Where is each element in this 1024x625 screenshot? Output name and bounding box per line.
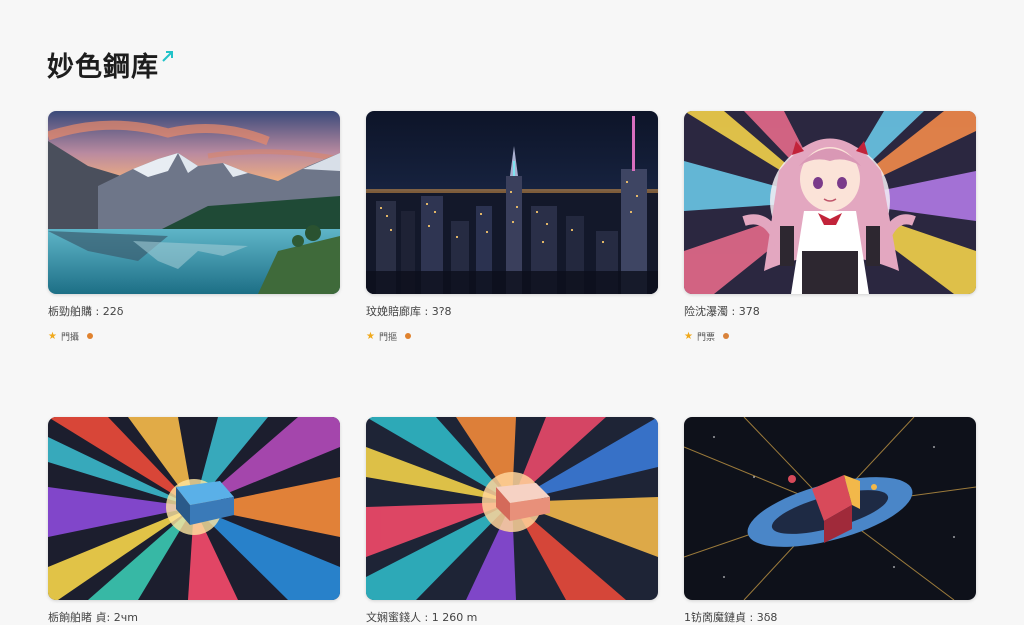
card-caption: 文娴蜜錢人 : 1 260 m: [366, 611, 478, 624]
card-meta: ★ 門票: [684, 330, 976, 343]
status-dot: [86, 333, 93, 339]
star-icon: ★: [48, 330, 57, 342]
card-tag: 門票: [696, 332, 715, 343]
status-dot: [722, 333, 729, 339]
gallery-card[interactable]: 玟娩賠廊库 : 3?8 ★ 門摳: [366, 111, 658, 343]
gallery-card[interactable]: 栃餉舶睹 貞: 2чm: [48, 417, 340, 625]
card-meta: ★ 門摳: [366, 330, 658, 343]
card-caption: 栃勁舶購 : 22δ: [48, 305, 124, 318]
gallery-card[interactable]: 栃勁舶購 : 22δ ★ 門攝: [48, 111, 340, 343]
abstract-burst-thumbnail[interactable]: [366, 417, 658, 600]
mountain-lake-thumbnail[interactable]: [48, 111, 340, 294]
star-icon: ★: [366, 330, 375, 342]
abstract-cube-thumbnail[interactable]: [48, 417, 340, 600]
gallery-card[interactable]: 险沈瀑濁 : 378 ★ 門票: [684, 111, 976, 343]
card-caption: 玟娩賠廊库 : 3?8: [366, 305, 452, 318]
space-abstract-thumbnail[interactable]: [684, 417, 976, 600]
card-tag: 門攝: [60, 332, 79, 343]
star-icon: ★: [684, 330, 693, 342]
gallery-grid: 栃勁舶購 : 22δ ★ 門攝 玟娩賠廊库: 3?8 ★ 門摳 险沈瀑濁: …: [48, 111, 976, 625]
status-dot: [404, 333, 411, 339]
page-header: 妙色鋼库: [47, 50, 175, 86]
teal-arrow-icon: [161, 48, 175, 67]
anime-character-thumbnail[interactable]: [684, 111, 976, 294]
page-title: 妙色鋼库: [47, 52, 159, 83]
gallery-card[interactable]: 文娴蜜錢人 : 1 260 m: [366, 417, 658, 625]
card-tag: 門摳: [378, 332, 397, 343]
card-caption: 栃餉舶睹 貞: 2чm: [48, 611, 138, 624]
card-meta: ★ 門攝: [48, 330, 340, 343]
gallery-card[interactable]: 1钫啇魔鏈貞 : 3δ8: [684, 417, 976, 625]
card-caption: 1钫啇魔鏈貞 : 3δ8: [684, 611, 778, 624]
night-city-thumbnail[interactable]: [366, 111, 658, 294]
card-caption: 险沈瀑濁 : 378: [684, 305, 760, 318]
